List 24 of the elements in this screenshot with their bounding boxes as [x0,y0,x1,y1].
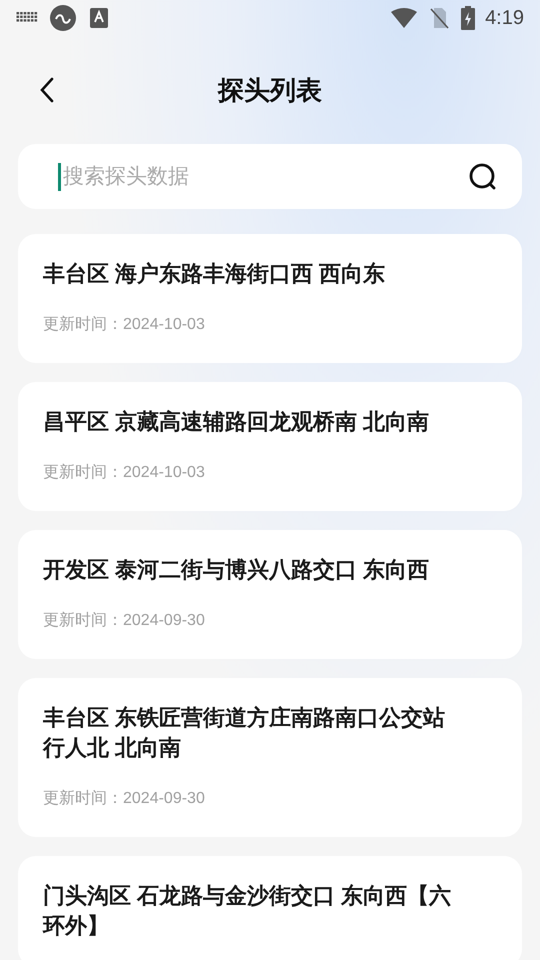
status-time: 4:19 [485,6,524,31]
probe-card[interactable]: 丰台区 海户东路丰海街口西 西向东 更新时间：2024-10-03 [18,234,522,363]
no-sim-icon [429,7,450,29]
text-input-icon [90,8,108,28]
page-title: 探头列表 [218,74,322,106]
search-field[interactable]: 搜索探头数据 [63,160,468,192]
search-bar[interactable]: 搜索探头数据 [18,144,522,209]
update-time: 更新时间：2024-09-30 [43,788,206,809]
probe-card[interactable]: 昌平区 京藏高速辅路回龙观桥南 北向南 更新时间：2024-10-03 [18,382,522,511]
probe-name: 昌平区 京藏高速辅路回龙观桥南 北向南 [43,408,430,436]
search-icon[interactable] [468,162,498,192]
probe-name: 丰台区 海户东路丰海街口西 西向东 [43,260,386,288]
update-time: 更新时间：2024-09-30 [43,610,206,631]
battery-charging-icon [461,6,476,30]
probe-name: 丰台区 东铁匠营街道方庄南路南口公交站行人北 北向南 [43,704,446,762]
update-time: 更新时间：2024-10-03 [43,314,206,335]
wifi-icon [391,8,418,28]
probe-name: 门头沟区 石龙路与金沙街交口 东向西【六环外】 [43,882,452,940]
update-time: 更新时间：2024-10-03 [43,462,206,483]
probe-card[interactable]: 开发区 泰河二街与博兴八路交口 东向西 更新时间：2024-09-30 [18,530,522,659]
probe-card[interactable]: 丰台区 东铁匠营街道方庄南路南口公交站行人北 北向南 更新时间：2024-09-30 [18,678,522,837]
probe-name: 开发区 泰河二街与博兴八路交口 东向西 [43,556,430,584]
probe-card[interactable]: 门头沟区 石龙路与金沙街交口 东向西【六环外】 [18,856,522,960]
app-logo-icon [50,5,76,31]
